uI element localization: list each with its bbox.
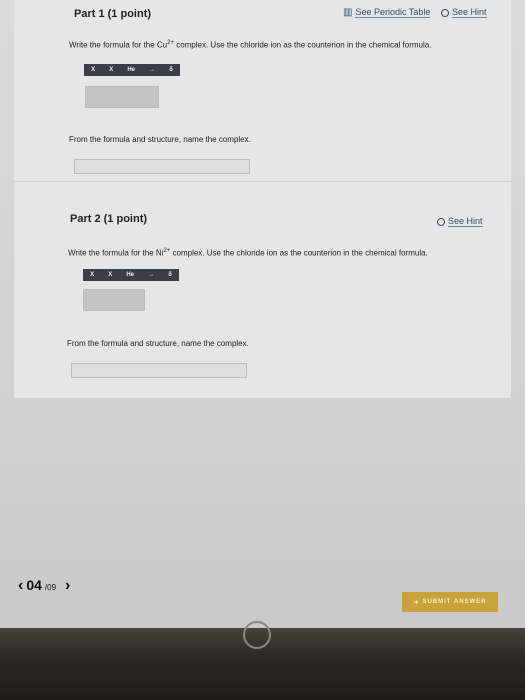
superscript-button[interactable]: X [108, 272, 112, 278]
submit-answer-button[interactable]: ➜ SUBMIT ANSWER [402, 592, 498, 612]
hint-icon [437, 217, 445, 226]
page-total: /09 [44, 583, 57, 592]
part1-subquestion: From the formula and structure, name the… [69, 135, 251, 144]
delta-button[interactable]: δ [169, 67, 173, 73]
part1-formula-input[interactable] [85, 86, 159, 108]
part1-hint-link[interactable]: See Hint [441, 7, 487, 18]
subscript-button[interactable]: X [90, 272, 94, 278]
screen: Part 1 (1 point) ▥ See Periodic Table Se… [0, 0, 525, 628]
arrow-button[interactable]: → [149, 67, 155, 73]
part2-subquestion: From the formula and structure, name the… [67, 339, 249, 348]
page-number: 04 [26, 577, 42, 593]
part2-formula-input[interactable] [83, 289, 145, 311]
part2-name-field[interactable] [71, 363, 247, 378]
part1-question: Write the formula for the Cu2+ complex. … [69, 40, 432, 50]
submit-arrow-icon: ➜ [413, 599, 420, 606]
hint-icon [441, 8, 449, 17]
home-button[interactable] [243, 621, 271, 649]
part2-question: Write the formula for the Ni2+ complex. … [68, 248, 428, 258]
page-navigation: ‹ 04 /09 › [18, 577, 70, 595]
prev-page-button[interactable]: ‹ [18, 577, 23, 595]
periodic-table-icon: ▥ [343, 7, 353, 18]
delta-button[interactable]: δ [168, 272, 172, 278]
superscript-button[interactable]: X [109, 67, 113, 73]
subscript-button[interactable]: X [91, 67, 95, 73]
part2-title: Part 2 (1 point) [70, 213, 148, 225]
part2-formula-toolbar: X X He → δ [83, 269, 179, 281]
part1-name-field[interactable] [74, 159, 250, 174]
periodic-table-link[interactable]: ▥ See Periodic Table [343, 7, 431, 18]
next-page-button[interactable]: › [65, 577, 70, 595]
part2-hint-link[interactable]: See Hint [437, 216, 483, 227]
part1-title: Part 1 (1 point) [74, 8, 152, 20]
state-button[interactable]: He [126, 272, 134, 278]
state-button[interactable]: He [127, 67, 135, 73]
divider [14, 181, 511, 182]
part1-formula-toolbar: X X He → δ [84, 64, 180, 76]
arrow-button[interactable]: → [148, 272, 154, 278]
